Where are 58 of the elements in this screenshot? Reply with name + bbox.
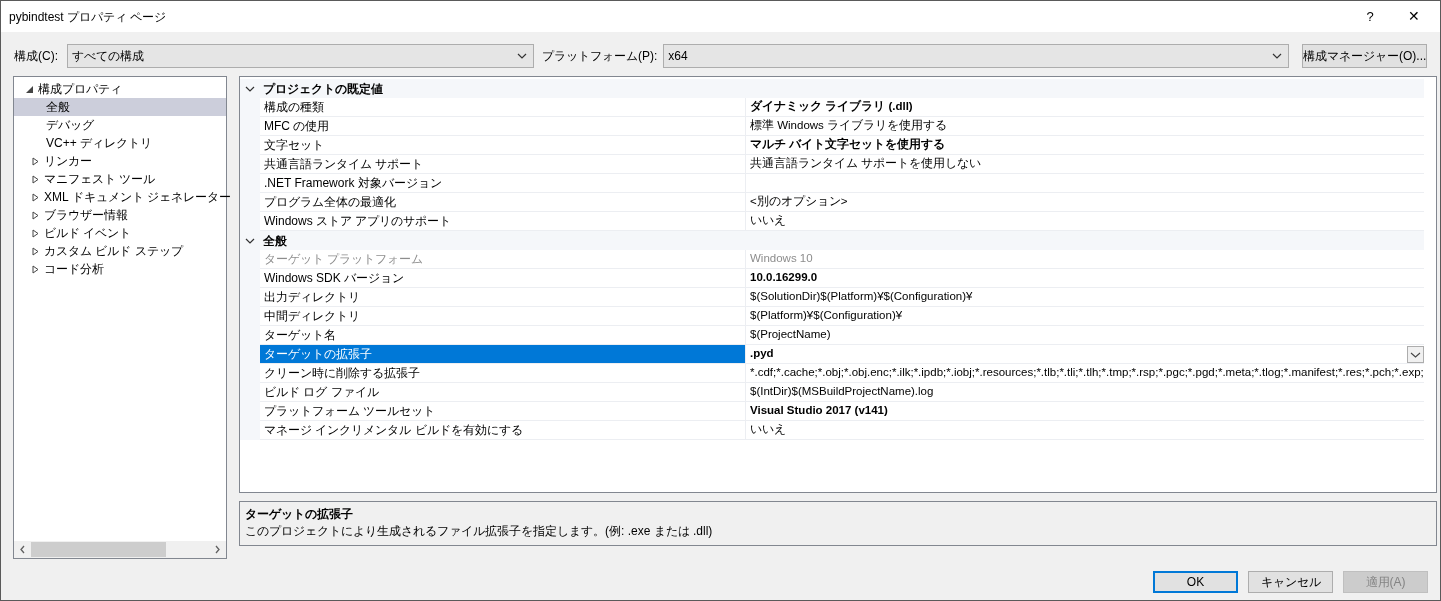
- close-button[interactable]: ✕: [1392, 1, 1436, 32]
- property-value[interactable]: 共通言語ランタイム サポートを使用しない: [745, 155, 1424, 174]
- config-label: 構成(C):: [14, 48, 59, 65]
- tree-item[interactable]: ブラウザー情報: [44, 206, 128, 224]
- property-name[interactable]: ターゲット名: [264, 326, 336, 344]
- tree-item[interactable]: デバッグ: [46, 116, 94, 134]
- description-title: ターゲットの拡張子: [245, 506, 354, 522]
- property-value[interactable]: *.cdf;*.cache;*.obj;*.obj.enc;*.ilk;*.ipdb;*.iobj;*.resources;*.tlb;*.tli;*.tlh;*.tmp;*.rsp;*.pgc;*.pgd;*.meta;*.tlog;*.manifest;*.res;*.pch;*.exp;: [745, 364, 1424, 383]
- property-value[interactable]: $(ProjectName): [745, 326, 1424, 345]
- horizontal-scrollbar[interactable]: [14, 541, 226, 558]
- collapsed-triangle-icon[interactable]: [32, 264, 39, 274]
- property-value[interactable]: 標準 Windows ライブラリを使用する: [745, 117, 1424, 136]
- configuration-manager-button[interactable]: 構成マネージャー(O)...: [1302, 44, 1427, 68]
- description-text: このプロジェクトにより生成されるファイル拡張子を指定します。(例: .exe または .dll): [245, 523, 714, 540]
- property-name[interactable]: 文字セット: [264, 136, 324, 154]
- property-name[interactable]: 構成の種類: [264, 98, 324, 116]
- help-button[interactable]: ?: [1348, 1, 1392, 32]
- property-name[interactable]: 出力ディレクトリ: [264, 288, 360, 306]
- tree-item[interactable]: リンカー: [44, 152, 92, 170]
- platform-dropdown[interactable]: x64: [663, 44, 1289, 68]
- tree-item[interactable]: ビルド イベント: [44, 224, 132, 242]
- property-value[interactable]: Visual Studio 2017 (v141): [745, 402, 1424, 421]
- property-value[interactable]: いいえ: [745, 212, 1424, 231]
- tree-item[interactable]: VC++ ディレクトリ: [46, 134, 153, 152]
- property-name[interactable]: 中間ディレクトリ: [264, 307, 360, 325]
- collapsed-triangle-icon[interactable]: [32, 174, 39, 184]
- chevron-icon[interactable]: [1272, 51, 1282, 61]
- chevron-icon[interactable]: [517, 51, 527, 61]
- dropdown-button-icon[interactable]: [1406, 345, 1424, 363]
- property-value[interactable]: マルチ バイト文字セットを使用する: [745, 136, 1424, 155]
- property-value[interactable]: いいえ: [745, 421, 1424, 440]
- platform-label: プラットフォーム(P):: [542, 48, 658, 65]
- tree-item[interactable]: カスタム ビルド ステップ: [44, 242, 183, 260]
- property-name[interactable]: MFC の使用: [264, 117, 330, 135]
- property-value[interactable]: .pyd: [745, 345, 1424, 364]
- collapsed-triangle-icon[interactable]: [32, 192, 39, 202]
- expanded-triangle-icon[interactable]: [26, 85, 33, 93]
- collapsed-triangle-icon[interactable]: [32, 228, 39, 238]
- property-value[interactable]: ダイナミック ライブラリ (.dll): [745, 98, 1424, 117]
- property-value[interactable]: $(SolutionDir)$(Platform)¥$(Configuration)¥: [745, 288, 1424, 307]
- property-value[interactable]: 10.0.16299.0: [745, 269, 1424, 288]
- tree-item[interactable]: XML ドキュメント ジェネレーター: [44, 188, 231, 206]
- dialog-button[interactable]: OK: [1153, 571, 1238, 593]
- tree-item[interactable]: マニフェスト ツール: [44, 170, 156, 188]
- category-header: 全般: [263, 232, 287, 250]
- collapsed-triangle-icon[interactable]: [32, 156, 39, 166]
- property-value[interactable]: $(IntDir)$(MSBuildProjectName).log: [745, 383, 1424, 402]
- tree-item[interactable]: 全般: [46, 98, 70, 116]
- window-title: pybindtest プロパティ ページ: [9, 8, 168, 26]
- property-value[interactable]: <別のオプション>: [745, 193, 1424, 212]
- category-header: プロジェクトの既定値: [263, 80, 383, 98]
- config-dropdown[interactable]: すべての構成: [67, 44, 534, 68]
- property-value[interactable]: $(Platform)¥$(Configuration)¥: [745, 307, 1424, 326]
- tree-item[interactable]: 構成プロパティ: [38, 80, 122, 98]
- tree-item[interactable]: コード分析: [44, 260, 104, 278]
- collapsed-triangle-icon[interactable]: [32, 246, 39, 256]
- dialog-button[interactable]: キャンセル: [1248, 571, 1333, 593]
- collapsed-triangle-icon[interactable]: [32, 210, 39, 220]
